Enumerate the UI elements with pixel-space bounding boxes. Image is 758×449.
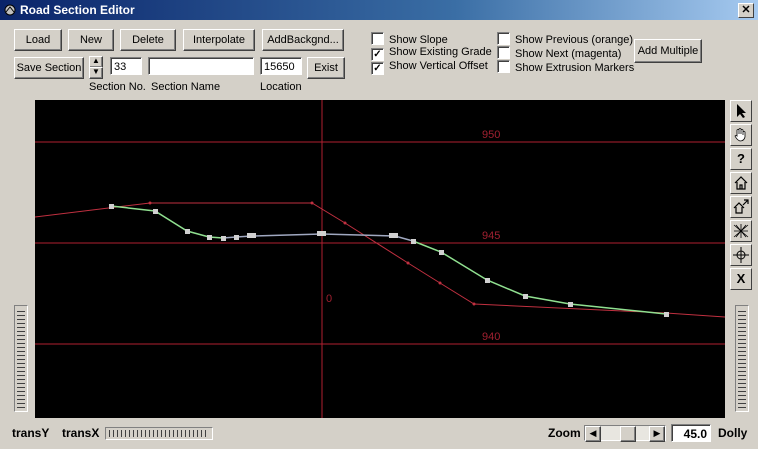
zoom-right-arrow-icon[interactable]: ▶ bbox=[649, 426, 665, 442]
home-icon[interactable] bbox=[730, 172, 752, 194]
trans-x-label: transX bbox=[62, 426, 100, 440]
section-name-label: Section Name bbox=[151, 81, 221, 93]
help-icon[interactable]: ? bbox=[730, 148, 752, 170]
grid-label-950: 950 bbox=[482, 129, 500, 141]
checkbox-box[interactable] bbox=[497, 46, 510, 59]
center-label: 0 bbox=[326, 293, 332, 305]
zoom-label: Zoom bbox=[548, 426, 581, 440]
section-number-field[interactable]: 33 bbox=[110, 57, 142, 75]
trans-y-label: transY bbox=[12, 426, 50, 440]
grid-lines bbox=[35, 100, 725, 418]
load-button[interactable]: Load bbox=[14, 29, 62, 51]
trans-y-slider[interactable] bbox=[14, 305, 28, 412]
show-slope-checkbox[interactable]: Show Slope bbox=[371, 32, 448, 46]
dolly-slider[interactable] bbox=[735, 305, 749, 412]
exist-button[interactable]: Exist bbox=[307, 57, 345, 79]
close-x-icon[interactable]: X bbox=[730, 268, 752, 290]
vertex-marker[interactable] bbox=[109, 204, 114, 209]
dolly-label: Dolly bbox=[718, 426, 748, 440]
save-section-button[interactable]: Save Section bbox=[14, 57, 84, 79]
existing-grade-markers bbox=[148, 201, 476, 306]
vertex-marker[interactable] bbox=[185, 229, 190, 234]
vertex-marker[interactable] bbox=[523, 294, 528, 299]
show-existing-grade-checkbox[interactable]: ✓ Show Existing Grade bbox=[371, 46, 492, 61]
checkbox-box[interactable] bbox=[371, 32, 384, 45]
hand-icon[interactable] bbox=[730, 124, 752, 146]
location-label: Location bbox=[260, 81, 302, 93]
location-field[interactable]: 15650 bbox=[260, 57, 302, 75]
section-no-label: Section No. bbox=[89, 81, 146, 93]
existing-marker bbox=[406, 261, 410, 265]
trans-x-slider[interactable] bbox=[105, 427, 213, 440]
new-button[interactable]: New bbox=[68, 29, 114, 51]
vertex-marker[interactable] bbox=[234, 235, 239, 240]
vertex-marker[interactable] bbox=[247, 233, 256, 238]
title-bar: Road Section Editor ✕ bbox=[0, 0, 758, 20]
vertex-marker[interactable] bbox=[317, 231, 326, 236]
existing-marker bbox=[438, 281, 442, 285]
zoom-scrollbar[interactable]: ◀ ▶ bbox=[584, 425, 666, 442]
interpolate-button[interactable]: Interpolate bbox=[183, 29, 255, 51]
grid-label-945: 945 bbox=[482, 230, 500, 242]
vertex-marker[interactable] bbox=[568, 302, 573, 307]
app-icon bbox=[4, 4, 16, 16]
spin-down-icon[interactable]: ▼ bbox=[89, 67, 103, 79]
add-multiple-button[interactable]: Add Multiple bbox=[634, 39, 702, 63]
close-button[interactable]: ✕ bbox=[738, 3, 754, 18]
zoom-thumb[interactable] bbox=[620, 426, 636, 442]
grid-label-940: 940 bbox=[482, 331, 500, 343]
window-title: Road Section Editor bbox=[20, 3, 135, 17]
vertex-marker[interactable] bbox=[664, 312, 669, 317]
delete-button[interactable]: Delete bbox=[120, 29, 176, 51]
vertex-marker[interactable] bbox=[389, 233, 398, 238]
vertex-marker[interactable] bbox=[153, 209, 158, 214]
section-name-field[interactable] bbox=[148, 57, 254, 75]
home-zoom-icon[interactable] bbox=[730, 196, 752, 218]
show-next-checkbox[interactable]: Show Next (magenta) bbox=[497, 46, 621, 60]
existing-marker bbox=[310, 201, 314, 205]
move-icon[interactable] bbox=[730, 244, 752, 266]
existing-marker bbox=[472, 302, 476, 306]
design-markers bbox=[109, 204, 669, 317]
checkbox-box[interactable] bbox=[497, 32, 510, 45]
show-vertical-offset-checkbox[interactable]: ✓ Show Vertical Offset bbox=[371, 60, 488, 75]
show-extrusion-markers-checkbox[interactable]: Show Extrusion Markers bbox=[497, 60, 634, 74]
vertex-marker[interactable] bbox=[485, 278, 490, 283]
existing-grade-line bbox=[35, 202, 725, 318]
existing-marker bbox=[343, 221, 347, 225]
vertex-marker[interactable] bbox=[411, 239, 416, 244]
design-line-right bbox=[412, 240, 667, 315]
vertex-marker[interactable] bbox=[207, 235, 212, 240]
show-previous-checkbox[interactable]: Show Previous (orange) bbox=[497, 32, 633, 46]
wireframe-icon[interactable] bbox=[730, 220, 752, 242]
section-spinner[interactable]: ▲ ▼ bbox=[89, 56, 103, 79]
existing-marker bbox=[148, 201, 152, 205]
vertex-marker[interactable] bbox=[221, 236, 226, 241]
zoom-value-field[interactable]: 45.0 bbox=[671, 424, 711, 442]
checkbox-box[interactable]: ✓ bbox=[371, 62, 384, 75]
add-background-button[interactable]: AddBackgnd... bbox=[262, 29, 344, 51]
zoom-left-arrow-icon[interactable]: ◀ bbox=[585, 426, 601, 442]
checkbox-box[interactable] bbox=[497, 60, 510, 73]
section-plot[interactable]: 950 945 940 0 bbox=[35, 100, 725, 418]
pointer-icon[interactable] bbox=[730, 100, 752, 122]
vertex-marker[interactable] bbox=[439, 250, 444, 255]
design-line-left bbox=[110, 205, 224, 239]
